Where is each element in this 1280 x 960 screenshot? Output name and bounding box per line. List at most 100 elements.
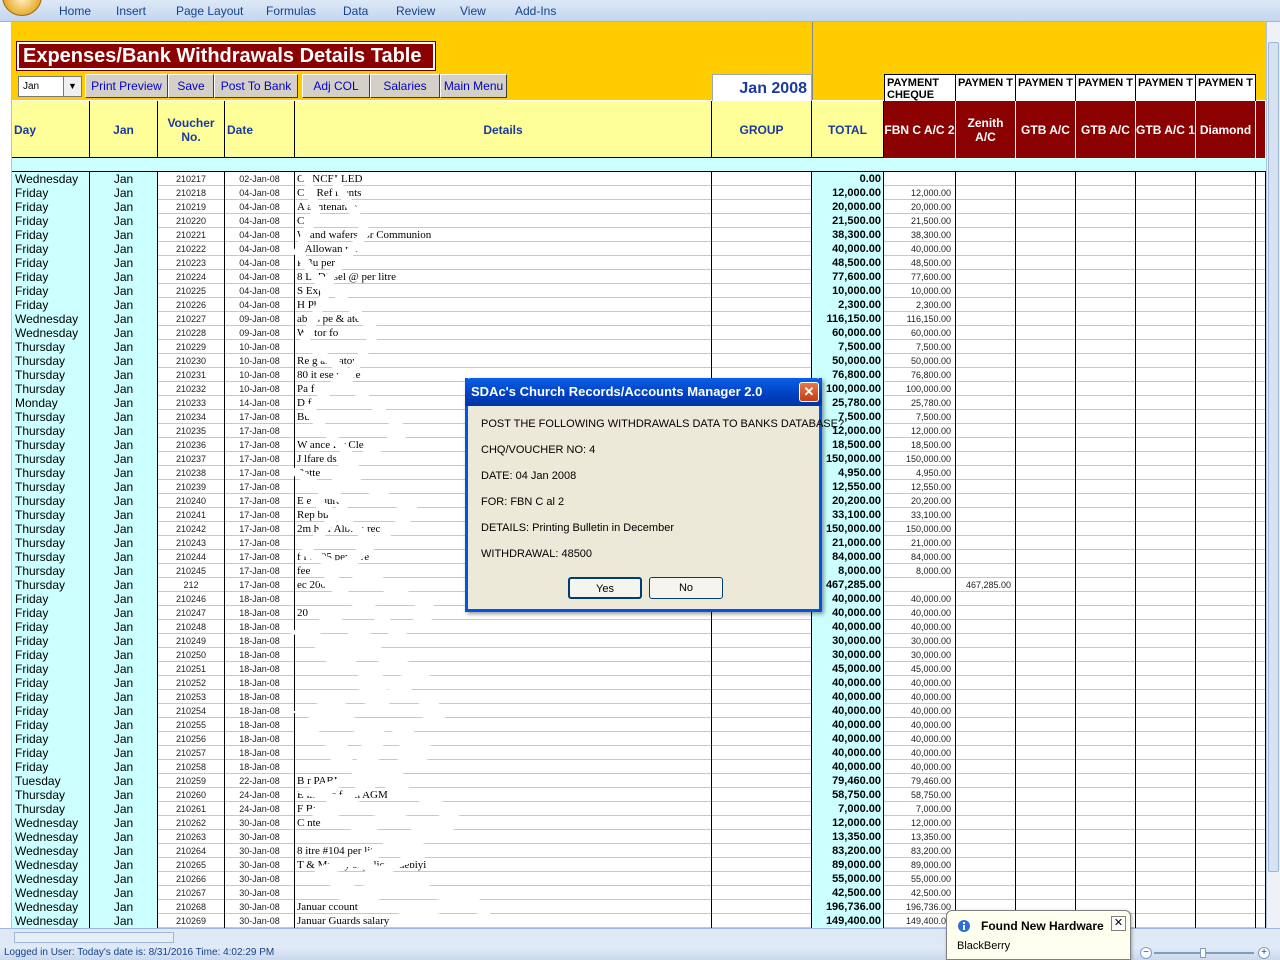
table-row[interactable]: 1TuesdayJan21025922-Jan-08B r PABI79,460… [0, 774, 1266, 788]
cell-day[interactable]: Wednesday [12, 872, 90, 886]
cell-date[interactable]: 17-Jan-08 [225, 494, 295, 508]
cell-day[interactable]: Friday [12, 256, 90, 270]
cell-bank-7[interactable] [1256, 270, 1266, 284]
cell-bank-6[interactable] [1196, 214, 1256, 228]
cell-total[interactable]: 20,000.00 [812, 200, 884, 214]
cell-bank-4[interactable] [1076, 648, 1136, 662]
cell-bank-5[interactable] [1136, 368, 1196, 382]
cell-bank-2[interactable] [956, 634, 1016, 648]
cell-voucher[interactable]: 210246 [158, 592, 225, 606]
cell-day[interactable]: Friday [12, 690, 90, 704]
cell-bank-6[interactable] [1196, 312, 1256, 326]
cell-voucher[interactable]: 210229 [158, 340, 225, 354]
cell-bank-4[interactable] [1076, 564, 1136, 578]
cell-bank-5[interactable] [1136, 424, 1196, 438]
cell-bank-5[interactable] [1136, 172, 1196, 186]
cell-bank-3[interactable] [1016, 466, 1076, 480]
cell-total[interactable]: 84,000.00 [812, 550, 884, 564]
cell-group[interactable] [712, 760, 812, 774]
cell-bank-7[interactable] [1256, 760, 1266, 774]
cell-bank-7[interactable] [1256, 522, 1266, 536]
cell-total[interactable]: 21,500.00 [812, 214, 884, 228]
cell-month[interactable]: Jan [90, 844, 158, 858]
cell-bank-2[interactable] [956, 200, 1016, 214]
cell-bank-5[interactable] [1136, 620, 1196, 634]
cell-details[interactable]: Re g alte ator [295, 354, 712, 368]
cell-total[interactable]: 18,500.00 [812, 438, 884, 452]
cell-group[interactable] [712, 816, 812, 830]
cell-voucher[interactable]: 210218 [158, 186, 225, 200]
cell-bank-4[interactable] [1076, 578, 1136, 592]
cell-bank-7[interactable] [1256, 494, 1266, 508]
cell-total[interactable]: 40,000.00 [812, 746, 884, 760]
cell-month[interactable]: Jan [90, 326, 158, 340]
cell-month[interactable]: Jan [90, 214, 158, 228]
col-header-total[interactable]: TOTAL [812, 101, 884, 158]
table-row[interactable]: 1FridayJan21025618-Jan-0840,000.0040,000… [0, 732, 1266, 746]
cell-bank-6[interactable] [1196, 242, 1256, 256]
cell-bank-7[interactable] [1256, 438, 1266, 452]
cell-bank-1[interactable]: 83,200.00 [884, 844, 956, 858]
cell-voucher[interactable]: 210263 [158, 830, 225, 844]
cell-bank-6[interactable] [1196, 186, 1256, 200]
cell-bank-2[interactable] [956, 620, 1016, 634]
cell-bank-5[interactable] [1136, 634, 1196, 648]
cell-bank-6[interactable] [1196, 228, 1256, 242]
cell-day[interactable]: Thursday [12, 578, 90, 592]
cell-bank-5[interactable] [1136, 186, 1196, 200]
cell-bank-2[interactable] [956, 844, 1016, 858]
cell-bank-5[interactable] [1136, 872, 1196, 886]
cell-bank-2[interactable] [956, 676, 1016, 690]
cell-total[interactable]: 38,300.00 [812, 228, 884, 242]
tab-add-ins[interactable]: Add-Ins [515, 4, 556, 18]
cell-month[interactable]: Jan [90, 340, 158, 354]
cell-month[interactable]: Jan [90, 368, 158, 382]
cell-bank-4[interactable] [1076, 774, 1136, 788]
cell-total[interactable]: 40,000.00 [812, 718, 884, 732]
cell-group[interactable] [712, 900, 812, 914]
cell-details[interactable]: B r PABI [295, 774, 712, 788]
cell-bank-7[interactable] [1256, 858, 1266, 872]
cell-voucher[interactable]: 210242 [158, 522, 225, 536]
cell-group[interactable] [712, 844, 812, 858]
cell-voucher[interactable]: 210247 [158, 606, 225, 620]
cell-voucher[interactable]: 210225 [158, 284, 225, 298]
cell-bank-4[interactable] [1076, 620, 1136, 634]
cell-total[interactable]: 149,400.00 [812, 914, 884, 928]
cell-bank-3[interactable] [1016, 410, 1076, 424]
cell-details[interactable]: H Ph [295, 298, 712, 312]
cell-group[interactable] [712, 186, 812, 200]
cell-bank-2[interactable] [956, 368, 1016, 382]
col-header-month[interactable]: Jan [90, 101, 158, 158]
cell-bank-6[interactable] [1196, 200, 1256, 214]
cell-group[interactable] [712, 634, 812, 648]
cell-bank-4[interactable] [1076, 494, 1136, 508]
cell-bank-2[interactable] [956, 830, 1016, 844]
cell-group[interactable] [712, 172, 812, 186]
cell-details[interactable]: C ir Ref ments [295, 186, 712, 200]
cell-bank-5[interactable] [1136, 746, 1196, 760]
cell-day[interactable]: Friday [12, 200, 90, 214]
cell-bank-6[interactable] [1196, 410, 1256, 424]
cell-total[interactable]: 40,000.00 [812, 676, 884, 690]
cell-bank-4[interactable] [1076, 704, 1136, 718]
cell-month[interactable]: Jan [90, 508, 158, 522]
cell-bank-7[interactable] [1256, 900, 1266, 914]
cell-details[interactable]: E ining s for h AGM [295, 788, 712, 802]
cell-date[interactable]: 22-Jan-08 [225, 774, 295, 788]
cell-bank-4[interactable] [1076, 452, 1136, 466]
cell-bank-5[interactable] [1136, 914, 1196, 928]
cell-group[interactable] [712, 830, 812, 844]
cell-bank-5[interactable] [1136, 662, 1196, 676]
cell-total[interactable]: 467,285.00 [812, 578, 884, 592]
table-row[interactable]: 1FridayJan21022604-Jan-08H Ph2,300.002,3… [0, 298, 1266, 312]
cell-bank-7[interactable] [1256, 368, 1266, 382]
cell-details[interactable] [295, 340, 712, 354]
cell-day[interactable]: Thursday [12, 354, 90, 368]
cell-bank-6[interactable] [1196, 326, 1256, 340]
cell-bank-7[interactable] [1256, 690, 1266, 704]
cell-bank-5[interactable] [1136, 648, 1196, 662]
cell-bank-5[interactable] [1136, 718, 1196, 732]
cell-bank-7[interactable] [1256, 480, 1266, 494]
cell-bank-2[interactable] [956, 438, 1016, 452]
